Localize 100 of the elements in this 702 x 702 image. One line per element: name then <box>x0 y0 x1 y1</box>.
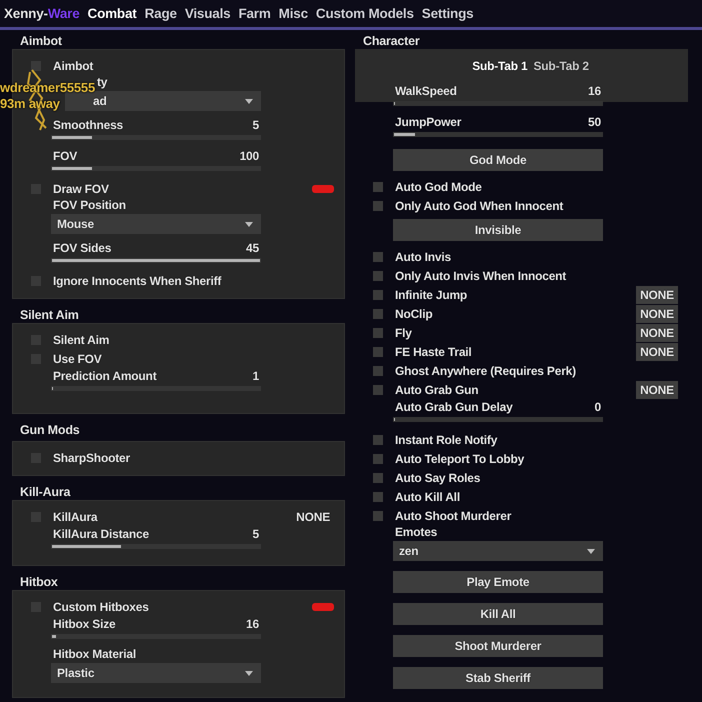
brand-accent: Ware <box>48 6 80 21</box>
toggle-label: Custom Hitboxes <box>52 600 149 614</box>
toggle-label: FE Haste Trail <box>394 344 472 358</box>
action-button[interactable]: Stab Sheriff <box>393 667 603 689</box>
toggle-label: Infinite Jump <box>394 288 468 302</box>
slider-track[interactable] <box>51 386 261 391</box>
keybind-button[interactable]: NONE <box>636 324 678 342</box>
caret-icon <box>245 222 253 226</box>
action-button[interactable]: God Mode <box>393 149 603 171</box>
toggle-label: Auto Grab Gun <box>394 382 478 396</box>
toggle-label: Instant Role Notify <box>394 432 498 446</box>
toggle-label: Aimbot <box>52 58 94 72</box>
caret-icon <box>587 548 595 554</box>
toggle-label: Auto Shoot Murderer <box>394 508 512 522</box>
slider-track[interactable] <box>393 101 603 106</box>
checkbox[interactable] <box>373 366 383 376</box>
slider-track[interactable] <box>393 132 603 137</box>
slider-label: FOV Sides <box>52 241 112 255</box>
checkbox[interactable] <box>373 308 383 318</box>
checkbox[interactable] <box>373 384 383 394</box>
dropdown-label: FOV Position <box>52 198 127 212</box>
sub-tab[interactable]: Sub-Tab 1 <box>472 59 528 73</box>
slider-value: 50 <box>588 115 602 129</box>
action-button[interactable]: Play Emote <box>393 571 603 593</box>
dropdown-label: Emotes <box>394 525 438 539</box>
dropdown[interactable]: Mouse <box>51 214 261 234</box>
nav-tab[interactable]: Misc <box>278 6 308 21</box>
toggle-label: Use FOV <box>52 352 102 366</box>
checkbox[interactable] <box>373 454 383 464</box>
toggle-label: Ignore Innocents When Sheriff <box>52 274 222 288</box>
checkbox[interactable] <box>373 472 383 482</box>
color-swatch[interactable] <box>312 602 334 610</box>
checkbox[interactable] <box>373 492 383 502</box>
slider-track[interactable] <box>51 135 261 140</box>
checkbox[interactable] <box>373 434 383 444</box>
slider-value: 5 <box>252 527 260 541</box>
toggle-label: Auto Teleport To Lobby <box>394 452 524 466</box>
section-title: Gun Mods <box>19 423 81 437</box>
caret-icon <box>245 98 253 104</box>
nav-tab[interactable]: Settings <box>422 6 474 21</box>
keybind-button[interactable]: NONE <box>636 304 678 322</box>
nav-tab[interactable]: Rage <box>144 6 177 21</box>
brand-name: Xenny- <box>4 6 48 21</box>
section-title: Character <box>362 34 421 48</box>
action-button[interactable]: Kill All <box>393 603 603 625</box>
slider-track[interactable] <box>51 544 261 549</box>
nav-tab[interactable]: Farm <box>238 6 271 21</box>
slider-track[interactable] <box>51 166 261 171</box>
slider-value: 16 <box>588 84 602 98</box>
toggle-label: NoClip <box>394 306 432 320</box>
slider-label: Hitbox Size <box>52 617 116 631</box>
dropdown[interactable]: ad <box>65 91 261 111</box>
slider-track[interactable] <box>393 417 603 422</box>
toggle-label: Silent Aim <box>52 332 110 346</box>
checkbox[interactable] <box>373 328 383 338</box>
keybind-button[interactable]: NONE <box>636 286 678 304</box>
slider-label: Smoothness <box>52 118 124 132</box>
checkbox[interactable] <box>373 346 383 356</box>
dropdown[interactable]: zen <box>393 541 603 561</box>
slider-label: JumpPower <box>394 115 462 129</box>
slider-value: 1 <box>252 369 260 383</box>
slider-value: 100 <box>240 149 260 163</box>
slider-label: Prediction Amount <box>52 369 156 383</box>
checkbox[interactable] <box>373 290 383 300</box>
toggle-label: Auto Invis <box>394 250 452 264</box>
slider-value: 45 <box>246 241 260 255</box>
checkbox[interactable] <box>373 252 383 262</box>
toggle-label: Auto Say Roles <box>394 470 480 484</box>
slider-label: KillAura Distance <box>52 527 149 541</box>
keybind-button[interactable]: NONE <box>636 342 678 360</box>
slider-value: 5 <box>252 118 260 132</box>
action-button[interactable]: Invisible <box>393 219 603 241</box>
slider-value: 0 <box>594 400 602 414</box>
sub-tab[interactable]: Sub-Tab 2 <box>534 59 589 73</box>
toggle-label: Auto Kill All <box>394 490 460 504</box>
slider-track[interactable] <box>51 634 261 639</box>
checkbox[interactable] <box>373 510 383 520</box>
checkbox[interactable] <box>373 182 383 192</box>
slider-label: WalkSpeed <box>394 84 457 98</box>
nav-tab[interactable]: Custom Models <box>316 6 414 21</box>
toggle-label: Auto God Mode <box>394 180 482 194</box>
section-title: Aimbot <box>19 34 63 48</box>
action-button[interactable]: Shoot Murderer <box>393 635 603 657</box>
keybind-button[interactable]: NONE <box>636 380 678 398</box>
toggle-label: Only Auto God When Innocent <box>394 198 564 212</box>
color-swatch[interactable] <box>312 184 334 192</box>
slider-value: 16 <box>246 617 260 631</box>
checkbox[interactable] <box>373 200 383 210</box>
slider-label: Auto Grab Gun Delay <box>394 400 513 414</box>
nav-tab[interactable]: Combat <box>88 6 137 21</box>
keybind-button[interactable]: NONE <box>292 508 334 526</box>
dropdown[interactable]: Plastic <box>51 663 261 683</box>
toggle-label: SharpShooter <box>52 450 130 464</box>
slider-label: FOV <box>52 149 78 163</box>
toggle-label: Draw FOV <box>52 182 109 196</box>
section-title: Silent Aim <box>19 308 80 322</box>
checkbox[interactable] <box>31 60 41 70</box>
nav-tab[interactable]: Visuals <box>184 6 230 21</box>
section-title: Kill-Aura <box>19 485 72 499</box>
checkbox[interactable] <box>373 270 383 280</box>
